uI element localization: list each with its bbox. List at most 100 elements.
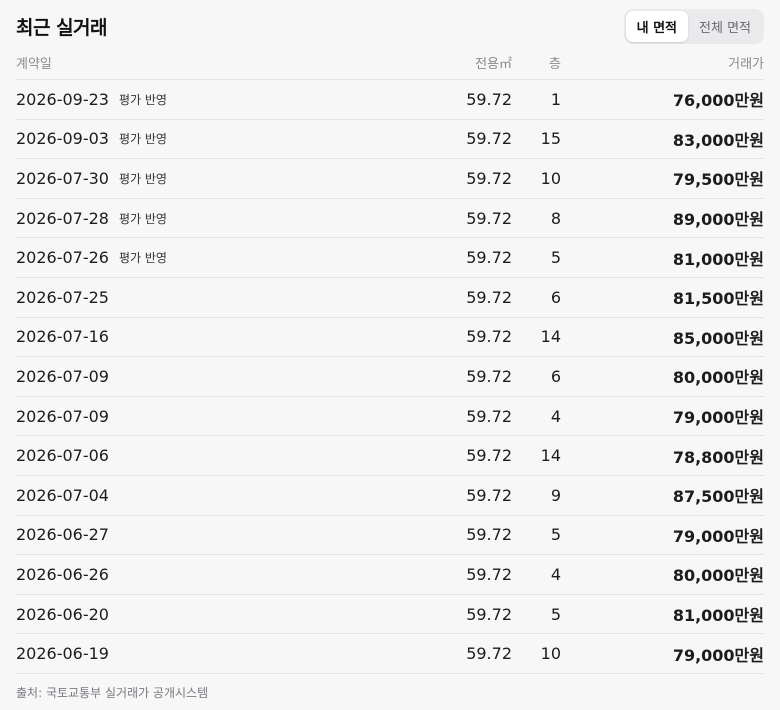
header-area: 전용㎡ [475, 57, 512, 72]
cell-date: 2026-07-25 [16, 288, 436, 307]
date-text: 2026-07-30 [16, 168, 109, 188]
cell-area: 59.72 [466, 485, 512, 505]
cell-area: 59.72 [466, 129, 512, 149]
cell-floor: 14 [540, 446, 561, 466]
cell-area: 59.72 [466, 406, 512, 426]
date-text: 2026-09-23 [16, 89, 109, 109]
table-row[interactable]: 2026-09-23 평가 반영 59.72 1 76,000만원 [16, 80, 764, 120]
cell-date: 2026-07-09 [16, 407, 436, 426]
cell-area: 59.72 [466, 208, 512, 228]
panel-header: 최근 실거래 내 면적 전체 면적 [16, 8, 764, 44]
date-text: 2026-07-16 [16, 327, 109, 347]
table-row[interactable]: 2026-07-09 59.72 6 80,000만원 [16, 357, 764, 397]
table-row[interactable]: 2026-07-06 59.72 14 78,800만원 [16, 436, 764, 476]
date-text: 2026-06-19 [16, 644, 109, 664]
cell-area: 59.72 [466, 248, 512, 268]
cell-price: 80,000만원 [672, 368, 764, 388]
cell-date: 2026-06-27 [16, 525, 436, 544]
cell-price: 76,000만원 [672, 91, 764, 111]
recent-transactions-panel: 최근 실거래 내 면적 전체 면적 계약일 전용㎡ 층 거래가 2026-09-… [0, 0, 780, 710]
table-header: 계약일 전용㎡ 층 거래가 [16, 46, 764, 80]
cell-date: 2026-09-03 평가 반영 [16, 129, 436, 148]
table-row[interactable]: 2026-06-19 59.72 10 79,000만원 [16, 634, 764, 674]
appraisal-badge: 평가 반영 [118, 132, 167, 147]
cell-price: 79,000만원 [672, 645, 764, 665]
cell-floor: 1 [550, 89, 561, 109]
appraisal-badge: 평가 반영 [118, 211, 167, 226]
appraisal-badge: 평가 반영 [118, 251, 167, 266]
table-row[interactable]: 2026-06-27 59.72 5 79,000만원 [16, 516, 764, 556]
cell-date: 2026-07-30 평가 반영 [16, 169, 436, 188]
date-text: 2026-07-28 [16, 208, 109, 228]
cell-floor: 5 [550, 248, 561, 268]
cell-date: 2026-07-06 [16, 446, 436, 465]
cell-area: 59.72 [466, 89, 512, 109]
cell-floor: 4 [550, 406, 561, 426]
cell-date: 2026-07-28 평가 반영 [16, 209, 436, 228]
appraisal-badge: 평가 반영 [118, 92, 167, 107]
cell-price: 81,500만원 [672, 289, 764, 309]
table-row[interactable]: 2026-06-26 59.72 4 80,000만원 [16, 555, 764, 595]
appraisal-badge: 평가 반영 [118, 171, 167, 186]
cell-date: 2026-06-26 [16, 565, 436, 584]
cell-date: 2026-09-23 평가 반영 [16, 90, 436, 109]
header-price: 거래가 [728, 57, 764, 72]
date-text: 2026-07-04 [16, 485, 109, 505]
cell-date: 2026-06-20 [16, 605, 436, 624]
header-floor: 층 [549, 57, 561, 72]
table-row[interactable]: 2026-07-16 59.72 14 85,000만원 [16, 318, 764, 358]
table-row[interactable]: 2026-09-03 평가 반영 59.72 15 83,000만원 [16, 120, 764, 160]
table-row[interactable]: 2026-07-26 평가 반영 59.72 5 81,000만원 [16, 238, 764, 278]
cell-date: 2026-07-16 [16, 327, 436, 346]
toggle-my-area[interactable]: 내 면적 [625, 10, 689, 42]
cell-floor: 9 [550, 485, 561, 505]
cell-date: 2026-06-19 [16, 644, 436, 663]
cell-area: 59.72 [466, 564, 512, 584]
date-text: 2026-07-26 [16, 248, 109, 268]
table-row[interactable]: 2026-07-30 평가 반영 59.72 10 79,500만원 [16, 159, 764, 199]
date-text: 2026-09-03 [16, 129, 109, 149]
toggle-all-area[interactable]: 전체 면적 [688, 11, 762, 42]
table-row[interactable]: 2026-07-09 59.72 4 79,000만원 [16, 397, 764, 437]
date-text: 2026-07-25 [16, 287, 109, 307]
cell-area: 59.72 [466, 366, 512, 386]
date-text: 2026-07-06 [16, 446, 109, 466]
table-row[interactable]: 2026-06-20 59.72 5 81,000만원 [16, 595, 764, 635]
cell-area: 59.72 [466, 168, 512, 188]
cell-area: 59.72 [466, 604, 512, 624]
cell-date: 2026-07-09 [16, 367, 436, 386]
cell-date: 2026-07-26 평가 반영 [16, 248, 436, 267]
cell-area: 59.72 [466, 525, 512, 545]
cell-area: 59.72 [466, 644, 512, 664]
cell-floor: 8 [550, 208, 561, 228]
table-row[interactable]: 2026-07-04 59.72 9 87,500만원 [16, 476, 764, 516]
cell-floor: 6 [550, 287, 561, 307]
cell-floor: 15 [540, 129, 561, 149]
cell-area: 59.72 [466, 327, 512, 347]
cell-price: 87,500만원 [672, 487, 764, 507]
cell-price: 79,000만원 [672, 526, 764, 546]
cell-floor: 5 [550, 525, 561, 545]
cell-area: 59.72 [466, 287, 512, 307]
cell-price: 85,000만원 [672, 328, 764, 348]
cell-floor: 6 [550, 366, 561, 386]
table-row[interactable]: 2026-07-28 평가 반영 59.72 8 89,000만원 [16, 199, 764, 239]
date-text: 2026-06-20 [16, 604, 109, 624]
cell-price: 78,800만원 [672, 447, 764, 467]
date-text: 2026-06-26 [16, 564, 109, 584]
cell-price: 81,000만원 [672, 249, 764, 269]
cell-price: 81,000만원 [672, 606, 764, 626]
table-body: 2026-09-23 평가 반영 59.72 1 76,000만원 2026-09-03 평… [16, 80, 764, 674]
area-filter-toggle: 내 면적 전체 면적 [623, 8, 764, 44]
cell-price: 89,000만원 [672, 210, 764, 230]
date-text: 2026-07-09 [16, 406, 109, 426]
cell-floor: 14 [540, 327, 561, 347]
cell-floor: 10 [540, 644, 561, 664]
table-row[interactable]: 2026-07-25 59.72 6 81,500만원 [16, 278, 764, 318]
date-text: 2026-07-09 [16, 366, 109, 386]
header-date: 계약일 [16, 57, 52, 72]
cell-floor: 4 [550, 564, 561, 584]
date-text: 2026-06-27 [16, 525, 109, 545]
cell-area: 59.72 [466, 446, 512, 466]
cell-date: 2026-07-04 [16, 486, 436, 505]
